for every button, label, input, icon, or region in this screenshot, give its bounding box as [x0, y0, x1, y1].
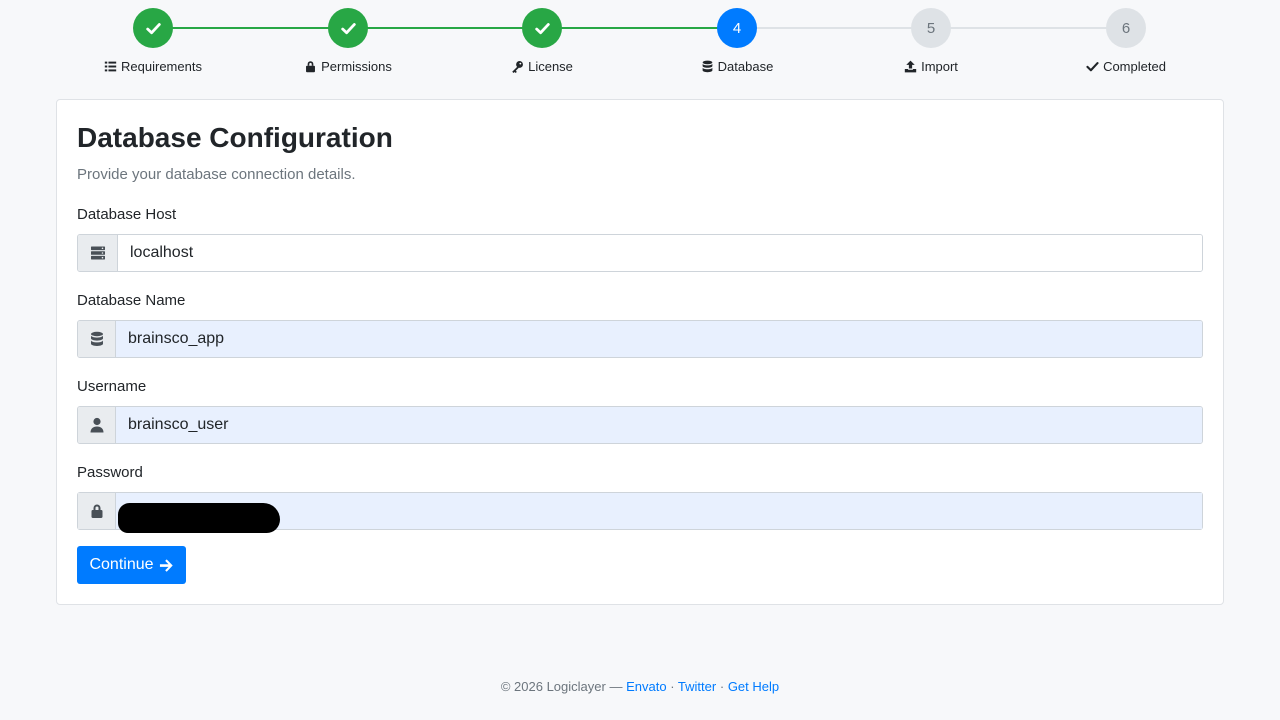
step-circle-pending: 5	[911, 8, 951, 48]
step-circle-done	[522, 8, 562, 48]
database-host-input[interactable]	[118, 235, 1202, 271]
server-icon	[90, 246, 105, 260]
check-icon	[1086, 62, 1099, 72]
password-redaction	[118, 503, 280, 533]
upload-icon	[904, 60, 917, 73]
username-label: Username	[77, 378, 147, 395]
step-label-license: License	[528, 59, 573, 74]
wizard-stepper: Requirements Permissions License 4 Datab…	[0, 0, 1280, 90]
database-name-group	[77, 320, 1203, 358]
database-name-addon	[78, 321, 116, 357]
database-host-label: Database Host	[77, 206, 177, 223]
password-group	[77, 492, 1203, 533]
step-circle-done	[133, 8, 173, 48]
check-icon	[340, 22, 356, 34]
step-label-import: Import	[921, 59, 958, 74]
arrow-right-icon	[159, 558, 173, 572]
step-permissions[interactable]: Permissions	[268, 8, 428, 74]
page-title: Database Configuration	[77, 122, 393, 153]
step-label-database: Database	[717, 59, 774, 74]
username-group	[77, 406, 1203, 444]
footer-link-twitter[interactable]: Twitter	[678, 679, 716, 694]
username-input[interactable]	[116, 407, 1202, 443]
footer-link-envato[interactable]: Envato	[626, 679, 666, 694]
continue-button[interactable]: Continue	[77, 546, 186, 584]
step-completed[interactable]: 6 Completed	[1046, 8, 1206, 74]
lock-icon	[91, 504, 102, 518]
database-host-group	[77, 234, 1203, 272]
key-icon	[512, 61, 524, 73]
continue-button-label: Continue	[89, 556, 154, 573]
database-host-addon	[78, 235, 118, 271]
footer-separator: ·	[670, 679, 675, 694]
step-requirements[interactable]: Requirements	[73, 8, 233, 74]
step-license[interactable]: License	[462, 8, 622, 74]
username-addon	[78, 407, 116, 443]
step-circle-done	[328, 8, 368, 48]
step-label-permissions: Permissions	[321, 59, 392, 74]
lock-icon	[306, 61, 316, 73]
password-label: Password	[77, 464, 143, 481]
page-subtitle: Provide your database connection details…	[77, 166, 356, 183]
footer-copyright: © 2026 Logiclayer —	[500, 679, 623, 694]
check-icon	[145, 22, 161, 34]
database-icon	[702, 60, 713, 73]
footer-link-get-help[interactable]: Get Help	[728, 679, 779, 694]
check-icon	[534, 22, 550, 34]
footer-separator: ·	[719, 679, 725, 694]
step-import[interactable]: 5 Import	[851, 8, 1011, 74]
password-addon	[78, 493, 116, 529]
user-icon	[90, 417, 103, 433]
footer: © 2026 Logiclayer — Envato · Twitter · G…	[0, 679, 1280, 694]
step-database[interactable]: 4 Database	[657, 8, 817, 74]
database-config-card: Database Configuration Provide your data…	[56, 99, 1224, 605]
step-label-completed: Completed	[1103, 59, 1166, 74]
step-circle-pending: 6	[1106, 8, 1146, 48]
database-name-label: Database Name	[77, 292, 186, 309]
database-name-input[interactable]	[116, 321, 1202, 357]
step-circle-active: 4	[717, 8, 757, 48]
step-label-requirements: Requirements	[121, 59, 202, 74]
database-icon	[90, 331, 103, 346]
list-icon	[104, 61, 117, 72]
